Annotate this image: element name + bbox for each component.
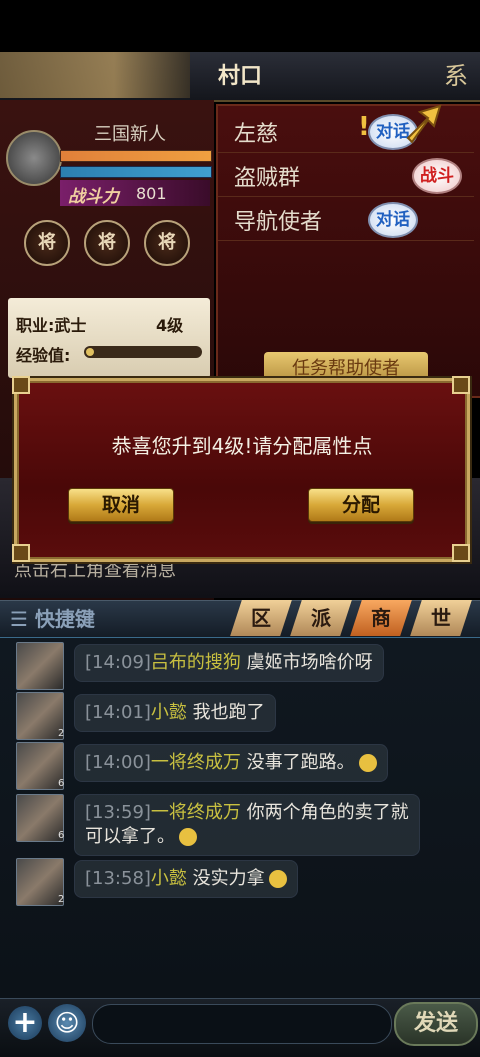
plus-button[interactable]: + — [8, 1006, 42, 1040]
npc-row[interactable]: 导航使者 对话 — [218, 198, 474, 241]
system-button[interactable]: 系 — [438, 58, 474, 94]
npc-name: 导航使者 — [234, 210, 323, 235]
level-label: 4级 — [156, 316, 184, 335]
shy-emoji-icon — [268, 870, 287, 888]
npc-row[interactable]: 盗贼群 战斗 — [218, 154, 474, 197]
chat-avatar[interactable] — [16, 742, 64, 790]
chat-message: [13:59]一将终成万 你两个角色的卖了就 可以拿了。 — [74, 794, 420, 856]
levelup-dialog — [14, 378, 470, 562]
chat-message: [14:01]小懿 我也跑了 — [74, 694, 276, 732]
power-label: 战斗力 — [68, 187, 119, 207]
player-avatar[interactable] — [6, 130, 62, 186]
chat-avatar[interactable] — [16, 858, 64, 906]
npc-name: 左慈 — [234, 122, 279, 147]
send-button[interactable]: 发送 — [394, 1002, 478, 1046]
hp-bar — [60, 150, 212, 162]
quick-key-label: 快捷键 — [34, 607, 95, 631]
quick-key-button[interactable]: ☰ 快捷键 — [10, 603, 95, 632]
dialog-corner — [452, 376, 470, 394]
chat-avatar[interactable] — [16, 642, 64, 690]
chat-avatar-level: 2 — [58, 894, 65, 905]
chat-avatar-level: 6 — [58, 778, 65, 789]
smiley-emoji-icon — [358, 754, 377, 772]
power-value: 801 — [136, 184, 167, 203]
chat-avatar[interactable] — [16, 794, 64, 842]
chat-avatar-level: 2 — [58, 728, 65, 739]
npc-action-button[interactable]: 战斗 — [412, 158, 462, 194]
npc-name: 盗贼群 — [234, 166, 301, 191]
chat-message: [14:00]一将终成万 没事了跑路。 — [74, 744, 388, 782]
exp-label: 经验值: — [16, 346, 71, 365]
npc-action-button[interactable]: 对话 — [368, 202, 418, 238]
player-name: 三国新人 — [94, 124, 166, 145]
exp-bar-fill — [86, 348, 94, 356]
stat-box — [8, 298, 210, 378]
general-slot-3[interactable]: 将 — [144, 220, 190, 266]
job-label: 职业:武士 — [16, 316, 87, 335]
mp-bar — [60, 166, 212, 178]
chat-avatar-level: 6 — [58, 830, 65, 841]
scroll-banner — [0, 52, 190, 98]
exp-bar — [84, 346, 202, 358]
dialog-corner — [12, 544, 30, 562]
general-slot-1[interactable]: 将 — [24, 220, 70, 266]
chat-message: [13:58]小懿 没实力拿 — [74, 860, 298, 898]
smirk-emoji-icon — [179, 828, 197, 846]
emoji-button[interactable]: ☺ — [48, 1004, 86, 1042]
location-title: 村口 — [217, 64, 262, 89]
chat-message: [14:09]吕布的搜狗 虞姬市场啥价呀 — [74, 644, 384, 682]
dialog-corner — [12, 376, 30, 394]
chat-input[interactable] — [92, 1004, 392, 1044]
guide-arrow-icon — [406, 104, 442, 144]
dialog-message: 恭喜您升到4级!请分配属性点 — [111, 434, 373, 458]
allocate-button[interactable]: 分配 — [308, 488, 414, 522]
general-slot-2[interactable]: 将 — [84, 220, 130, 266]
dialog-corner — [452, 544, 470, 562]
chat-avatar[interactable] — [16, 692, 64, 740]
cancel-button[interactable]: 取消 — [68, 488, 174, 522]
